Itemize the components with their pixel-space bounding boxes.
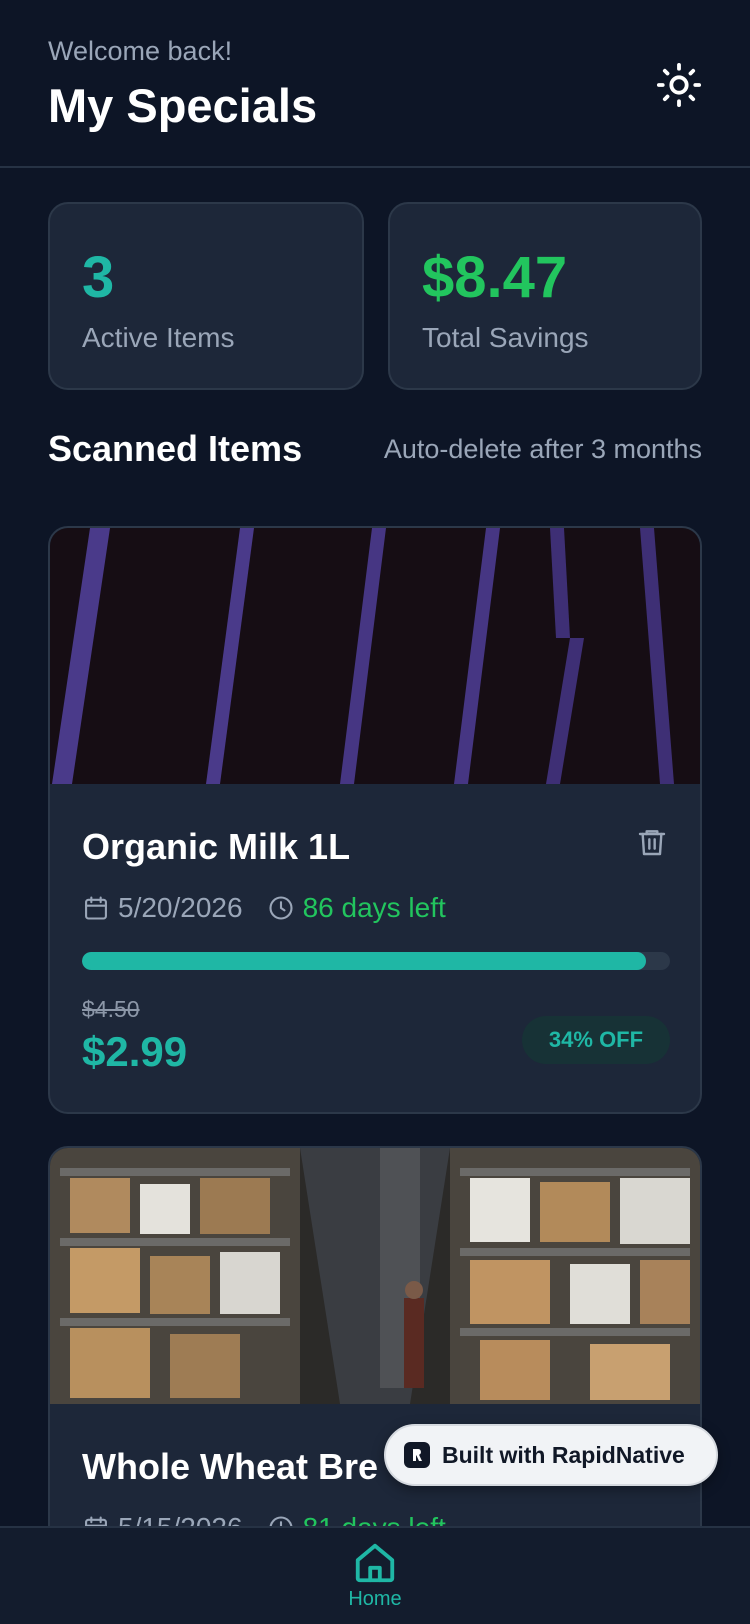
item-card[interactable]: Organic Milk 1L 5/20/2026 86 days left $… <box>48 526 702 1114</box>
welcome-text: Welcome back! <box>48 36 233 66</box>
header: Welcome back! My Specials <box>0 0 750 168</box>
built-with-text: Built with RapidNative <box>442 1441 685 1468</box>
active-items-card: 3 Active Items <box>48 202 364 390</box>
expiry-progress-bar <box>82 952 670 970</box>
active-items-label: Active Items <box>82 322 235 353</box>
rapidnative-logo-icon <box>404 1442 430 1468</box>
auto-delete-note: Auto-delete after 3 months <box>383 434 702 464</box>
app-screen: Welcome back! My Specials 3 Active Items… <box>0 0 750 1624</box>
original-price: $4.50 <box>82 996 140 1022</box>
total-savings-value: $8.47 <box>422 245 568 310</box>
item-name: Organic Milk 1L <box>82 826 351 867</box>
expiry-date: 5/20/2026 <box>118 892 243 923</box>
trash-icon <box>638 830 666 856</box>
item-meta: 5/20/2026 86 days left <box>82 890 446 926</box>
sun-icon <box>656 62 702 108</box>
item-card[interactable]: Whole Wheat Bre 5/15/2026 81 days left <box>48 1146 702 1566</box>
sale-price: $2.99 <box>82 1028 188 1075</box>
calendar-icon <box>82 894 110 922</box>
item-image <box>50 1148 700 1404</box>
discount-badge: 34% OFF <box>522 1016 670 1064</box>
item-name: Whole Wheat Bre <box>82 1446 379 1487</box>
home-icon <box>355 1543 395 1583</box>
page-title: My Specials <box>48 79 318 132</box>
expiry-progress-fill <box>82 952 647 970</box>
delete-button[interactable] <box>632 820 672 864</box>
built-with-badge[interactable]: Built with RapidNative <box>384 1424 718 1486</box>
tab-home-label: Home <box>348 1588 402 1610</box>
days-left: 86 days left <box>302 892 446 923</box>
total-savings-label: Total Savings <box>422 322 589 353</box>
clock-icon <box>267 894 295 922</box>
tab-home[interactable]: Home <box>325 1540 425 1624</box>
theme-toggle-button[interactable] <box>650 58 708 112</box>
section-title: Scanned Items <box>48 428 303 469</box>
active-items-count: 3 <box>82 245 115 310</box>
bottom-tab-bar: Home <box>0 1526 750 1624</box>
total-savings-card: $8.47 Total Savings <box>388 202 702 390</box>
item-image <box>50 528 700 784</box>
